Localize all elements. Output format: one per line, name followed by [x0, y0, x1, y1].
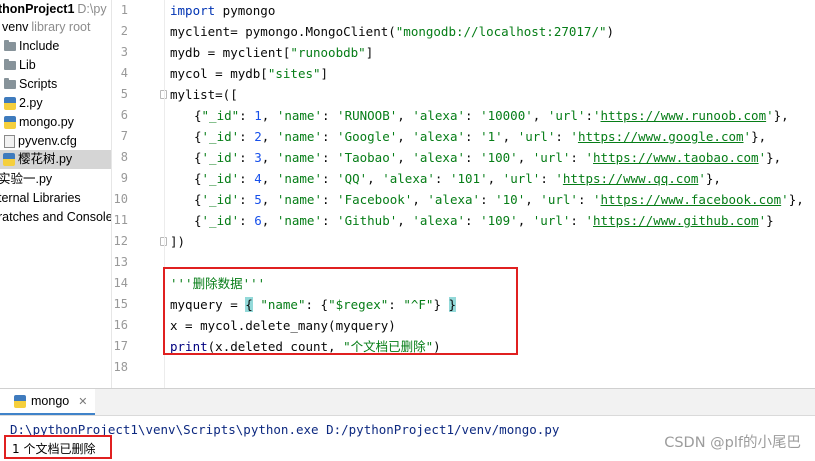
code-line[interactable]: {'_id': 6, 'name': 'Github', 'alexa': '1… [194, 210, 774, 231]
tree-item-label: 2.py [19, 96, 43, 110]
code-line[interactable]: mylist=([ [170, 84, 238, 105]
library-root-note: library root [31, 20, 91, 34]
line-number: 9 [120, 171, 128, 185]
line-number: 1 [120, 3, 128, 17]
tree-item-scripts[interactable]: Scripts [4, 75, 57, 94]
code-line[interactable]: mycol = mydb["sites"] [170, 63, 328, 84]
tree-item-2py[interactable]: 2.py [4, 94, 43, 113]
line-number: 15 [113, 297, 128, 311]
output-highlight-box [4, 435, 112, 459]
project-path: D:\py [77, 2, 107, 16]
code-line[interactable]: mydb = myclient["runoobdb"] [170, 42, 373, 63]
line-number-gutter: 1 2 3 4 5 6 7 8 9 10 11 12 13 14 15 16 1… [112, 0, 167, 388]
tree-item-pyvenv-cfg[interactable]: pyvenv.cfg [4, 132, 77, 151]
folder-icon [4, 59, 16, 70]
code-highlight-box [163, 267, 518, 355]
code-line[interactable]: import pymongo [170, 0, 275, 21]
python-file-icon [4, 116, 16, 129]
code-line[interactable]: myclient= pymongo.MongoClient("mongodb:/… [170, 21, 614, 42]
tree-item-label: 樱花树.py [18, 152, 73, 166]
python-file-icon [14, 394, 26, 408]
project-name: thonProject1 [0, 2, 75, 16]
tree-item-label: Lib [19, 58, 36, 72]
python-file-icon [3, 153, 15, 166]
line-number: 17 [113, 339, 128, 353]
code-line[interactable]: {'_id': 2, 'name': 'Google', 'alexa': '1… [194, 126, 766, 147]
line-number: 11 [113, 213, 128, 227]
tree-item-label: ratches and Console [0, 210, 112, 224]
line-number: 2 [120, 24, 128, 38]
tree-item-label: ternal Libraries [0, 191, 81, 205]
line-number: 4 [120, 66, 128, 80]
tree-item-scratches[interactable]: ratches and Console [0, 208, 112, 227]
tree-item-experiment-py[interactable]: 实验一.py [0, 170, 52, 189]
folder-icon [4, 40, 16, 51]
venv-label: venv [2, 20, 29, 34]
tree-item-label: Scripts [19, 77, 58, 91]
code-line[interactable]: {"_id": 1, 'name': 'RUNOOB', 'alexa': '1… [194, 105, 789, 126]
code-line[interactable]: ]) [170, 231, 185, 252]
code-line[interactable]: {'_id': 4, 'name': 'QQ', 'alexa': '101',… [194, 168, 721, 189]
tree-item-label: 实验一.py [0, 172, 53, 186]
line-number: 14 [113, 276, 128, 290]
run-tab-label: mongo [31, 394, 70, 408]
watermark: CSDN @plf的小尾巴 [664, 435, 801, 451]
line-number: 5 [120, 87, 128, 101]
tree-item-label: Include [19, 39, 60, 53]
tree-item-external-libraries[interactable]: ternal Libraries [0, 189, 81, 208]
code-line[interactable]: {'_id': 5, 'name': 'Facebook', 'alexa': … [194, 189, 804, 210]
config-file-icon [4, 135, 15, 148]
line-number: 18 [113, 360, 128, 374]
line-number: 8 [120, 150, 128, 164]
line-number: 13 [113, 255, 128, 269]
project-sidebar: thonProject1 D:\py venv library root Inc… [0, 0, 112, 388]
close-icon[interactable]: ✕ [78, 395, 87, 408]
python-file-icon [4, 97, 16, 110]
tree-item-include[interactable]: Include [4, 37, 59, 56]
line-number: 6 [120, 108, 128, 122]
tree-item-label: mongo.py [19, 115, 74, 129]
line-number: 16 [113, 318, 128, 332]
tree-item-venv[interactable]: venv library root [2, 18, 90, 37]
run-tab-bar: mongo ✕ [0, 389, 815, 416]
folder-icon [4, 78, 16, 89]
project-root-row[interactable]: thonProject1 D:\py [0, 0, 107, 19]
tree-item-mongo-py[interactable]: mongo.py [4, 113, 74, 132]
run-tab-mongo[interactable]: mongo ✕ [0, 389, 96, 415]
line-number: 12 [113, 234, 128, 248]
code-line[interactable]: {'_id': 3, 'name': 'Taobao', 'alexa': '1… [194, 147, 781, 168]
tree-item-label: pyvenv.cfg [18, 134, 77, 148]
line-number: 7 [120, 129, 128, 143]
tree-item-lib[interactable]: Lib [4, 56, 36, 75]
run-panel: mongo ✕ D:\pythonProject1\venv\Scripts\p… [0, 388, 815, 461]
line-number: 3 [120, 45, 128, 59]
tree-item-sakura-py[interactable]: 樱花树.py [0, 150, 111, 169]
line-number: 10 [113, 192, 128, 206]
